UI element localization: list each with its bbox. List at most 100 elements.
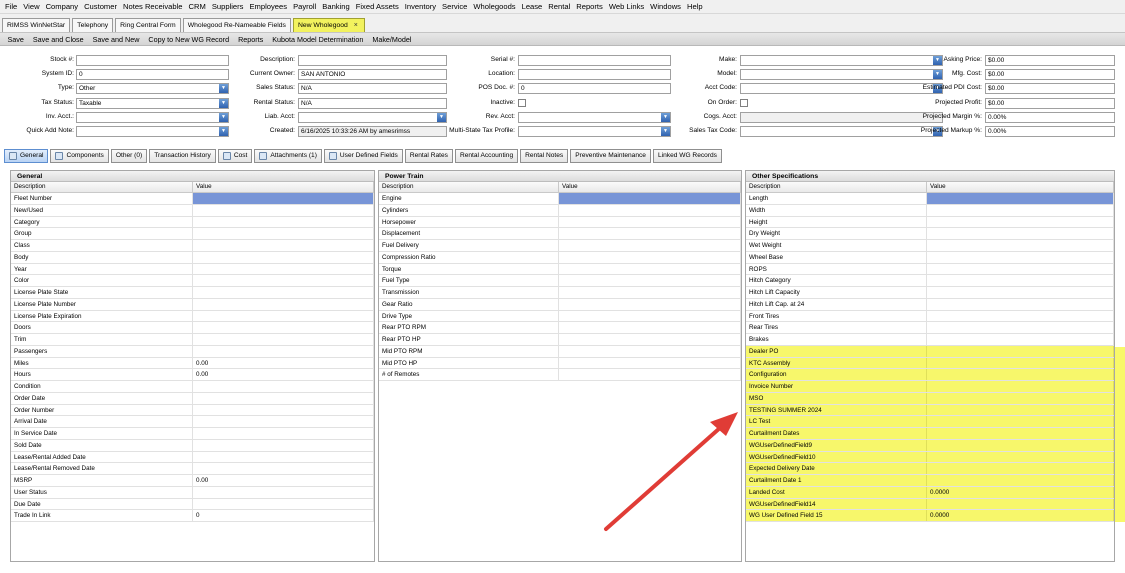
- table-row[interactable]: Passengers: [11, 345, 374, 358]
- table-row[interactable]: Sold Date: [11, 439, 374, 452]
- tab-linked-wg-records[interactable]: Linked WG Records: [652, 148, 722, 163]
- table-row[interactable]: Doors: [11, 322, 374, 334]
- sales-tax-code-select[interactable]: ▼: [740, 126, 943, 137]
- tab-rental-accounting[interactable]: Rental Accounting: [454, 148, 519, 163]
- row-value[interactable]: [927, 369, 1114, 380]
- table-row[interactable]: Rear Tires: [746, 322, 1114, 334]
- pos-doc-field[interactable]: 0: [518, 83, 671, 95]
- menu-suppliers[interactable]: Suppliers: [209, 0, 247, 14]
- table-row[interactable]: Transmission: [379, 287, 741, 299]
- liab-acct-select[interactable]: ▼: [298, 111, 447, 123]
- table-row[interactable]: LC Test: [746, 416, 1114, 428]
- table-row[interactable]: Trade In Link 0: [11, 510, 374, 522]
- table-row[interactable]: Dry Weight: [746, 228, 1114, 240]
- row-value[interactable]: [559, 251, 741, 263]
- row-value[interactable]: [559, 298, 741, 310]
- stock-field[interactable]: [76, 55, 229, 66]
- menu-service[interactable]: Service: [439, 0, 470, 14]
- value-column-header[interactable]: Value: [559, 182, 741, 192]
- menu-web-links[interactable]: Web Links: [606, 0, 647, 14]
- tab-transaction-history[interactable]: Transaction History: [149, 148, 216, 163]
- table-row[interactable]: License Plate Number: [11, 298, 374, 311]
- row-value[interactable]: [193, 428, 374, 439]
- row-value[interactable]: [193, 381, 374, 392]
- description-column-header[interactable]: Description: [379, 182, 559, 192]
- tab-components[interactable]: Components: [50, 148, 109, 163]
- row-value[interactable]: [559, 345, 741, 357]
- row-value[interactable]: [927, 204, 1114, 216]
- table-row[interactable]: License Plate State: [11, 287, 374, 299]
- make-model-button[interactable]: Make/Model: [368, 35, 416, 44]
- table-row[interactable]: Curtailment Dates: [746, 428, 1114, 440]
- table-row[interactable]: Horsepower: [379, 216, 741, 229]
- row-value[interactable]: [193, 240, 374, 251]
- inv-acct-select[interactable]: ▼: [76, 111, 229, 123]
- table-row[interactable]: Torque: [379, 263, 741, 276]
- tab-general[interactable]: General: [4, 148, 49, 163]
- table-row[interactable]: Compression Ratio: [379, 251, 741, 264]
- dropdown-arrow-icon[interactable]: ▼: [219, 127, 228, 136]
- table-row[interactable]: Configuration: [746, 369, 1114, 381]
- table-row[interactable]: Displacement: [379, 228, 741, 240]
- table-row[interactable]: Height: [746, 216, 1114, 229]
- copy-to-new-wg-record-button[interactable]: Copy to New WG Record: [144, 35, 234, 44]
- table-row[interactable]: Length: [746, 193, 1114, 205]
- table-row[interactable]: Gear Ratio: [379, 298, 741, 311]
- description-column-header[interactable]: Description: [746, 182, 927, 192]
- table-row[interactable]: Mid PTO HP: [379, 357, 741, 370]
- row-value[interactable]: [193, 193, 374, 204]
- table-row[interactable]: WGUserDefinedField10: [746, 451, 1114, 464]
- projected-profit-field[interactable]: $0.00: [985, 97, 1115, 109]
- kubota-model-determination-button[interactable]: Kubota Model Determination: [268, 35, 368, 44]
- row-value[interactable]: [927, 416, 1114, 427]
- table-row[interactable]: Invoice Number: [746, 381, 1114, 393]
- table-row[interactable]: Fuel Type: [379, 275, 741, 287]
- row-value[interactable]: [559, 275, 741, 286]
- row-value[interactable]: [559, 263, 741, 275]
- close-icon[interactable]: ×: [352, 22, 360, 30]
- table-row[interactable]: WGUserDefinedField9: [746, 439, 1114, 452]
- row-value[interactable]: [193, 204, 374, 216]
- table-row[interactable]: Rear PTO RPM: [379, 322, 741, 334]
- table-row[interactable]: Order Date: [11, 392, 374, 405]
- table-row[interactable]: New/Used: [11, 204, 374, 217]
- row-value[interactable]: [927, 404, 1114, 416]
- row-value[interactable]: [927, 357, 1114, 369]
- row-value[interactable]: [193, 263, 374, 275]
- doc-tab-wholegood-re-nameable-fields[interactable]: Wholegood Re-Nameable Fields: [182, 18, 291, 32]
- table-row[interactable]: WG User Defined Field 15 0.0000: [746, 510, 1114, 522]
- row-value[interactable]: 0.00: [193, 475, 374, 486]
- menu-notes-receivable[interactable]: Notes Receivable: [120, 0, 186, 14]
- table-row[interactable]: ROPS: [746, 263, 1114, 276]
- dropdown-arrow-icon[interactable]: ▼: [661, 127, 670, 136]
- table-row[interactable]: Engine: [379, 193, 741, 205]
- tab-user-defined-fields[interactable]: User Defined Fields: [323, 148, 403, 163]
- row-value[interactable]: [559, 228, 741, 239]
- projected-margin-field[interactable]: 0.00%: [985, 111, 1115, 123]
- table-row[interactable]: Brakes: [746, 334, 1114, 346]
- row-value[interactable]: [559, 310, 741, 322]
- row-value[interactable]: 0.0000: [927, 486, 1114, 498]
- table-row[interactable]: Dealer PO: [746, 345, 1114, 358]
- row-value[interactable]: 0.00: [193, 357, 374, 369]
- make-select[interactable]: ▼: [740, 55, 943, 66]
- table-row[interactable]: Color: [11, 275, 374, 287]
- row-value[interactable]: [927, 228, 1114, 239]
- table-row[interactable]: Hitch Lift Cap. at 24: [746, 298, 1114, 311]
- menu-employees[interactable]: Employees: [246, 0, 290, 14]
- dropdown-arrow-icon[interactable]: ▼: [219, 112, 228, 122]
- row-value[interactable]: [927, 345, 1114, 357]
- doc-tab-new-wholegood[interactable]: New Wholegood ×: [292, 18, 365, 32]
- table-row[interactable]: Front Tires: [746, 310, 1114, 323]
- menu-inventory[interactable]: Inventory: [402, 0, 439, 14]
- on-order-checkbox[interactable]: [740, 98, 748, 107]
- rev-acct-select[interactable]: ▼: [518, 111, 671, 123]
- row-value[interactable]: [927, 263, 1114, 275]
- menu-help[interactable]: Help: [684, 0, 706, 14]
- table-row[interactable]: Expected Delivery Date: [746, 463, 1114, 475]
- table-row[interactable]: Landed Cost 0.0000: [746, 486, 1114, 499]
- tab-attachments-1[interactable]: Attachments (1): [254, 148, 322, 163]
- row-value[interactable]: [559, 216, 741, 228]
- doc-tab-telephony[interactable]: Telephony: [72, 18, 114, 32]
- serial-field[interactable]: [518, 55, 671, 66]
